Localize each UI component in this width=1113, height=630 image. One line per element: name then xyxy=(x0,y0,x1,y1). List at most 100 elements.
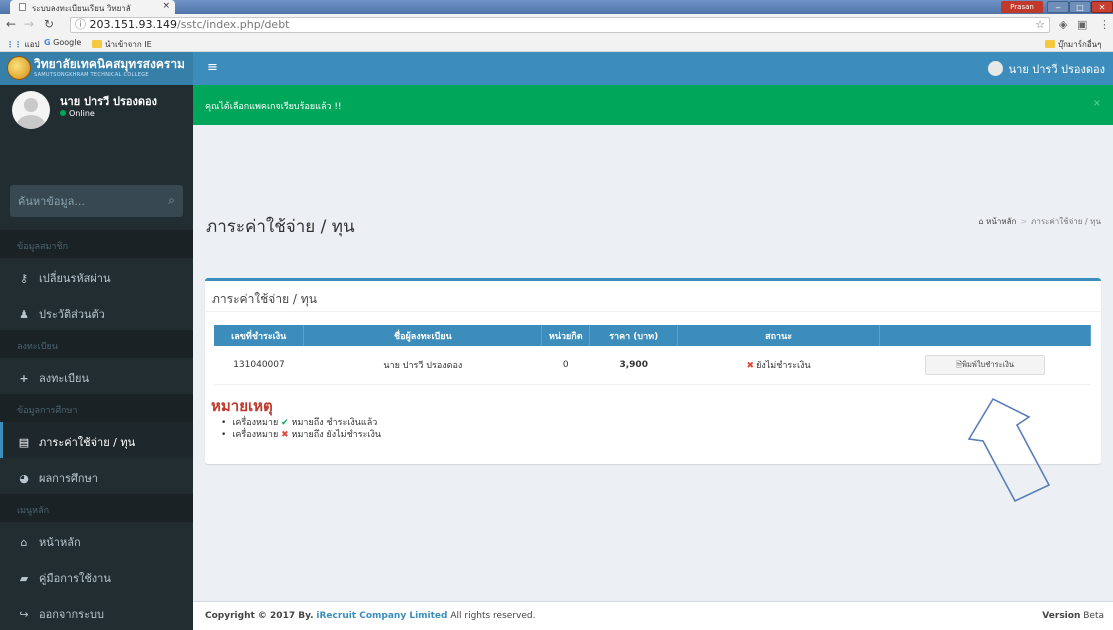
sidebar-item-label: ประวัติส่วนตัว xyxy=(39,308,105,321)
pie-chart-icon: ◕ xyxy=(19,472,29,485)
column-header-action xyxy=(879,325,1091,346)
search-icon[interactable]: ⌕ xyxy=(168,193,175,208)
url-path: /sstc/index.php/debt xyxy=(176,18,290,31)
menu-section-member: ข้อมูลสมาชิก xyxy=(0,230,193,258)
sidebar-item-label: ออกจากระบบ xyxy=(39,608,104,621)
top-navbar: ≡ นาย ปารวี ปรองดอง xyxy=(193,52,1113,85)
column-header-price: ราคา (บาท) xyxy=(589,325,679,346)
home-icon: ⌂ xyxy=(20,536,28,549)
sidebar-item-results[interactable]: ◕ ผลการศึกษา xyxy=(0,458,193,494)
browser-title-bar: ระบบลงทะเบียนเรียน วิทยาลั × Prasan ‒ □ … xyxy=(0,0,1113,14)
sidebar-item-label: ผลการศึกษา xyxy=(39,472,99,485)
bookmark-google-label: Google xyxy=(53,38,82,47)
bookmark-star-icon[interactable]: ☆ xyxy=(1035,18,1045,32)
reload-icon[interactable]: ↻ xyxy=(44,17,54,31)
sign-out-icon: ↪ xyxy=(19,608,29,621)
back-arrow-icon[interactable]: ← xyxy=(6,17,16,31)
credits-value: 0 xyxy=(541,346,590,385)
rights-text: All rights reserved. xyxy=(450,611,536,621)
browser-toolbar: ← → ↻ ⓘ 203.151.93.149/sstc/index.php/de… xyxy=(0,14,1113,35)
menu-section-register: ลงทะเบียน xyxy=(0,330,193,358)
legend-list: เครื่องหมาย ✔ หมายถึง ชำระเงินแล้ว เครื่… xyxy=(221,417,381,441)
extension-icon[interactable]: ◈ xyxy=(1059,18,1067,31)
google-icon: G xyxy=(44,38,51,47)
plus-icon: + xyxy=(19,372,29,385)
bookmark-imported-label: นำเข้าจาก IE xyxy=(105,40,152,49)
table-header-row: เลขที่ชำระเงิน ชื่อผู้ลงทะเบียน หน่วยกิต… xyxy=(214,325,1091,346)
sidebar-item-home[interactable]: ⌂ หน้าหลัก xyxy=(0,522,193,558)
cross-icon: ✖ xyxy=(281,430,289,440)
payment-status-label: ยังไม่ชำระเงิน xyxy=(756,360,811,371)
extension-icon-2[interactable]: ▣ xyxy=(1077,18,1087,31)
company-link[interactable]: iRecruit Company Limited xyxy=(316,611,447,621)
box-divider xyxy=(205,311,1101,312)
legend-text: หมายถึง ชำระเงินแล้ว xyxy=(291,418,378,428)
book-icon: ▰ xyxy=(19,572,29,585)
sidebar-item-register[interactable]: + ลงทะเบียน xyxy=(0,358,193,394)
sidebar-item-expenses[interactable]: ▤ ภาระค่าใช้จ่าย / ทุน xyxy=(0,422,193,458)
breadcrumb-home[interactable]: หน้าหลัก xyxy=(986,217,1016,226)
bookmark-imported[interactable]: นำเข้าจาก IE xyxy=(92,38,152,51)
avatar xyxy=(987,61,1003,76)
table-row: 131040007 นาย ปารวี ปรองดอง 0 3,900 ✖ ยัง… xyxy=(214,346,1091,385)
tab-close-icon[interactable]: × xyxy=(162,1,170,11)
sidebar-item-label: คู่มือการใช้งาน xyxy=(39,572,111,585)
key-icon: ⚷ xyxy=(19,272,29,285)
column-header-credits: หน่วยกิต xyxy=(541,325,591,346)
sidebar-item-change-password[interactable]: ⚷ เปลี่ยนรหัสผ่าน xyxy=(0,258,193,294)
user-icon: ♟ xyxy=(19,308,29,321)
logo[interactable]: วิทยาลัยเทคนิคสมุทรสงคราม SAMUTSONGKHRAM… xyxy=(0,52,193,85)
sidebar-item-label: หน้าหลัก xyxy=(39,536,81,549)
main-content: คุณได้เลือกแพคเกจเรียบร้อยแล้ว !! × ภาระ… xyxy=(193,85,1113,630)
debt-table: เลขที่ชำระเงิน ชื่อผู้ลงทะเบียน หน่วยกิต… xyxy=(214,325,1091,385)
copyright-prefix: Copyright © 2017 By. xyxy=(205,611,314,621)
price-value: 3,900 xyxy=(589,346,678,385)
search-input[interactable] xyxy=(10,185,155,217)
home-icon: ⌂ xyxy=(978,217,984,226)
list-item: เครื่องหมาย ✖ หมายถึง ยังไม่ชำระเงิน xyxy=(221,429,381,441)
sidebar: นาย ปารวี ปรองดอง Online ⌕ ข้อมูลสมาชิก … xyxy=(0,85,193,630)
online-dot-icon xyxy=(60,110,66,116)
bookmark-apps-label: แอป xyxy=(24,40,40,49)
alert-message: คุณได้เลือกแพคเกจเรียบร้อยแล้ว !! xyxy=(205,102,342,112)
menu-section-study: ข้อมูลการศึกษา xyxy=(0,394,193,422)
version-info: Version Beta xyxy=(1042,611,1104,621)
bookmark-apps[interactable]: ⋮⋮ แอป xyxy=(6,38,40,51)
breadcrumb: ⌂ หน้าหลัก > ภาระค่าใช้จ่าย / ทุน xyxy=(978,215,1101,228)
browser-profile-badge[interactable]: Prasan xyxy=(1001,1,1043,13)
cross-icon: ✖ xyxy=(746,360,755,371)
page-title: ภาระค่าใช้จ่าย / ทุน xyxy=(206,217,355,237)
list-item: เครื่องหมาย ✔ หมายถึง ชำระเงินแล้ว xyxy=(221,417,381,429)
top-user-menu[interactable]: นาย ปารวี ปรองดอง xyxy=(987,60,1105,78)
sidebar-item-profile[interactable]: ♟ ประวัติส่วนตัว xyxy=(0,294,193,330)
menu-toggle-icon[interactable]: ≡ xyxy=(207,60,218,75)
logo-subtitle: SAMUTSONGKHRAM TECHNICAL COLLEGE xyxy=(34,72,149,78)
window-maximize-button[interactable]: □ xyxy=(1069,1,1091,13)
breadcrumb-current: ภาระค่าใช้จ่าย / ทุน xyxy=(1031,217,1101,226)
action-cell: 🗎พิมพ์ใบชำระเงิน xyxy=(879,346,1091,385)
sidebar-item-label: ลงทะเบียน xyxy=(39,372,89,385)
print-payment-slip-button[interactable]: 🗎พิมพ์ใบชำระเงิน xyxy=(925,354,1046,375)
footer: Copyright © 2017 By. iRecruit Company Li… xyxy=(193,601,1113,630)
browser-tab[interactable]: ระบบลงทะเบียนเรียน วิทยาลั × xyxy=(10,0,175,14)
alert-close-icon[interactable]: × xyxy=(1093,98,1101,109)
menu-section-main: เมนูหลัก xyxy=(0,494,193,522)
sidebar-search: ⌕ xyxy=(10,185,183,217)
online-status: Online xyxy=(60,109,95,118)
sidebar-item-logout[interactable]: ↪ ออกจากระบบ xyxy=(0,594,193,630)
sidebar-item-manual[interactable]: ▰ คู่มือการใช้งาน xyxy=(0,558,193,594)
bookmark-google[interactable]: G Google xyxy=(44,38,81,47)
version-value: Beta xyxy=(1083,611,1104,621)
forward-arrow-icon[interactable]: → xyxy=(24,17,34,31)
address-bar[interactable]: ⓘ 203.151.93.149/sstc/index.php/debt ☆ xyxy=(70,17,1050,33)
window-minimize-button[interactable]: ‒ xyxy=(1047,1,1069,13)
bookmark-other[interactable]: บุ๊กมาร์กอื่นๆ xyxy=(1045,38,1101,51)
window-close-button[interactable]: ✕ xyxy=(1091,1,1113,13)
avatar xyxy=(12,91,50,129)
browser-menu-icon[interactable]: ⋮ xyxy=(1099,18,1110,31)
url-host: 203.151.93.149 xyxy=(89,18,177,31)
page-icon xyxy=(19,3,26,11)
box-title: ภาระค่าใช้จ่าย / ทุน xyxy=(212,292,317,306)
column-header-status: สถานะ xyxy=(677,325,881,346)
legend-prefix: เครื่องหมาย xyxy=(232,430,279,440)
